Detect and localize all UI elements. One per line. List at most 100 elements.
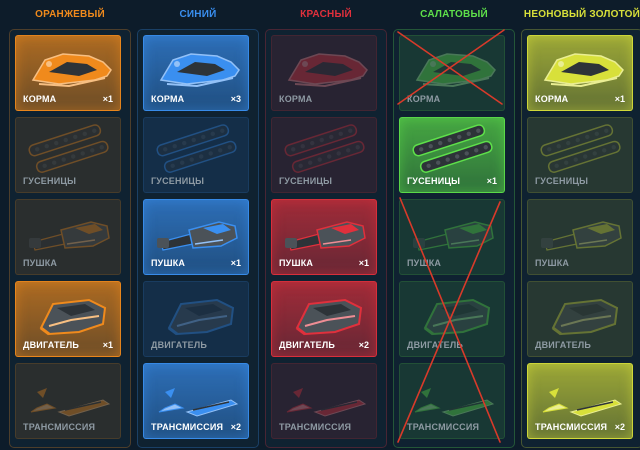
part-label: ТРАНСМИССИЯ [535, 422, 608, 432]
part-card[interactable]: ТРАНСМИССИЯ ×2 [527, 363, 633, 439]
part-card[interactable]: ПУШКА [399, 199, 505, 275]
part-card[interactable]: ДВИГАТЕЛЬ ×1 [15, 281, 121, 357]
color-column: САЛАТОВЫЙ КОРМА ГУСЕНИЦЫ ×1 ПУШКА ДВИГАТЕ… [393, 0, 515, 450]
color-column: КРАСНЫЙ КОРМА ГУСЕНИЦЫ ПУШКА ×1 ДВИГАТЕЛЬ… [265, 0, 387, 450]
part-label: КОРМА [23, 94, 57, 104]
part-card[interactable]: ТРАНСМИССИЯ [271, 363, 377, 439]
column-title: СИНИЙ [179, 9, 217, 20]
part-card[interactable]: ГУСЕНИЦЫ [143, 117, 249, 193]
tracks-icon [403, 122, 503, 174]
part-card[interactable]: ТРАНСМИССИЯ [399, 363, 505, 439]
part-label: ГУСЕНИЦЫ [407, 176, 461, 186]
parts-panel: КОРМА ГУСЕНИЦЫ ×1 ПУШКА ДВИГАТЕЛЬ ТРАНСМИ… [393, 29, 515, 448]
engine-icon [275, 286, 375, 338]
part-card[interactable]: ДВИГАТЕЛЬ [527, 281, 633, 357]
part-label: ПУШКА [151, 258, 186, 268]
tracks-icon [147, 122, 247, 174]
color-column: ОРАНЖЕВЫЙ КОРМА ×1 ГУСЕНИЦЫ ПУШКА ДВИГАТЕ… [9, 0, 131, 450]
part-card[interactable]: КОРМА [399, 35, 505, 111]
engine-icon [403, 286, 503, 338]
engine-icon [147, 286, 247, 338]
part-label: ГУСЕНИЦЫ [279, 176, 333, 186]
part-count: ×2 [614, 422, 625, 432]
cannon-icon [275, 204, 375, 256]
cannon-icon [19, 204, 119, 256]
part-label: ПУШКА [23, 258, 58, 268]
part-count: ×2 [230, 422, 241, 432]
column-title: НЕОНОВЫЙ ЗОЛОТОЙ [523, 9, 640, 20]
hull-icon [531, 40, 631, 92]
column-title: САЛАТОВЫЙ [420, 9, 488, 20]
part-card[interactable]: КОРМА [271, 35, 377, 111]
part-count: ×3 [230, 94, 241, 104]
hull-icon [147, 40, 247, 92]
part-card[interactable]: КОРМА ×1 [15, 35, 121, 111]
part-card[interactable]: ДВИГАТЕЛЬ [143, 281, 249, 357]
transmission-icon [19, 368, 119, 420]
part-count: ×1 [102, 340, 113, 350]
part-card[interactable]: ПУШКА [527, 199, 633, 275]
transmission-icon [403, 368, 503, 420]
part-label: ДВИГАТЕЛЬ [407, 340, 464, 350]
engine-icon [531, 286, 631, 338]
engine-icon [19, 286, 119, 338]
part-label: ПУШКА [407, 258, 442, 268]
part-label: ПУШКА [535, 258, 570, 268]
tracks-icon [19, 122, 119, 174]
part-label: КОРМА [279, 94, 313, 104]
part-count: ×1 [230, 258, 241, 268]
part-label: ДВИГАТЕЛЬ [23, 340, 80, 350]
transmission-icon [275, 368, 375, 420]
tracks-icon [275, 122, 375, 174]
part-card[interactable]: ДВИГАТЕЛЬ [399, 281, 505, 357]
parts-panel: КОРМА ГУСЕНИЦЫ ПУШКА ×1 ДВИГАТЕЛЬ ×2 ТРАНС… [265, 29, 387, 448]
part-card[interactable]: ТРАНСМИССИЯ [15, 363, 121, 439]
part-label: ПУШКА [279, 258, 314, 268]
part-card[interactable]: ГУСЕНИЦЫ [527, 117, 633, 193]
part-card[interactable]: ДВИГАТЕЛЬ ×2 [271, 281, 377, 357]
hull-icon [403, 40, 503, 92]
part-label: ГУСЕНИЦЫ [535, 176, 589, 186]
part-label: КОРМА [535, 94, 569, 104]
tracks-icon [531, 122, 631, 174]
part-label: ТРАНСМИССИЯ [279, 422, 352, 432]
color-column: СИНИЙ КОРМА ×3 ГУСЕНИЦЫ ПУШКА ×1 ДВИГАТЕЛЬ… [137, 0, 259, 450]
part-card[interactable]: ПУШКА ×1 [271, 199, 377, 275]
transmission-icon [531, 368, 631, 420]
part-label: ТРАНСМИССИЯ [151, 422, 224, 432]
part-label: КОРМА [151, 94, 185, 104]
part-label: ТРАНСМИССИЯ [407, 422, 480, 432]
hull-icon [19, 40, 119, 92]
part-count: ×1 [614, 94, 625, 104]
part-label: КОРМА [407, 94, 441, 104]
column-title: КРАСНЫЙ [300, 9, 352, 20]
parts-panel: КОРМА ×1 ГУСЕНИЦЫ ПУШКА ДВИГАТЕЛЬ ТРАНСМИ… [521, 29, 640, 448]
part-card[interactable]: КОРМА ×1 [527, 35, 633, 111]
parts-panel: КОРМА ×3 ГУСЕНИЦЫ ПУШКА ×1 ДВИГАТЕЛЬ ТРАНС… [137, 29, 259, 448]
cannon-icon [403, 204, 503, 256]
part-label: ТРАНСМИССИЯ [23, 422, 96, 432]
part-card[interactable]: ПУШКА ×1 [143, 199, 249, 275]
color-column: НЕОНОВЫЙ ЗОЛОТОЙ КОРМА ×1 ГУСЕНИЦЫ ПУШКА … [521, 0, 640, 450]
part-count: ×1 [486, 176, 497, 186]
part-label: ДВИГАТЕЛЬ [279, 340, 336, 350]
part-card[interactable]: КОРМА ×3 [143, 35, 249, 111]
cannon-icon [147, 204, 247, 256]
part-card[interactable]: ГУСЕНИЦЫ ×1 [399, 117, 505, 193]
transmission-icon [147, 368, 247, 420]
cannon-icon [531, 204, 631, 256]
part-card[interactable]: ПУШКА [15, 199, 121, 275]
part-card[interactable]: ГУСЕНИЦЫ [15, 117, 121, 193]
part-card[interactable]: ТРАНСМИССИЯ ×2 [143, 363, 249, 439]
part-label: ДВИГАТЕЛЬ [535, 340, 592, 350]
part-label: ГУСЕНИЦЫ [151, 176, 205, 186]
part-label: ГУСЕНИЦЫ [23, 176, 77, 186]
part-count: ×2 [358, 340, 369, 350]
hull-icon [275, 40, 375, 92]
part-count: ×1 [102, 94, 113, 104]
column-title: ОРАНЖЕВЫЙ [35, 9, 105, 20]
part-label: ДВИГАТЕЛЬ [151, 340, 208, 350]
parts-panel: КОРМА ×1 ГУСЕНИЦЫ ПУШКА ДВИГАТЕЛЬ ×1 ТРАНС… [9, 29, 131, 448]
part-count: ×1 [358, 258, 369, 268]
part-card[interactable]: ГУСЕНИЦЫ [271, 117, 377, 193]
